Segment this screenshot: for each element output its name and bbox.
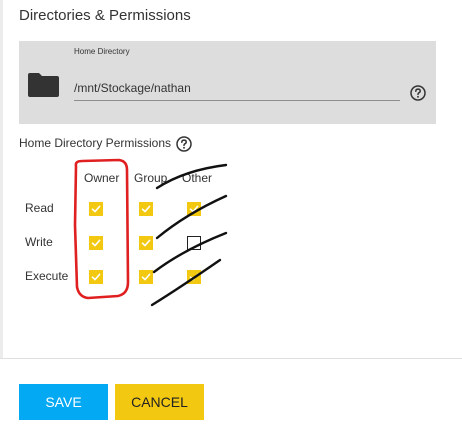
row-label-execute: Execute — [25, 269, 69, 283]
checkbox-read-other[interactable] — [187, 202, 201, 216]
left-border — [0, 0, 3, 358]
row-label-write: Write — [25, 235, 53, 249]
checkbox-write-other[interactable] — [187, 236, 201, 250]
home-directory-label: Home Directory — [74, 47, 130, 56]
checkbox-execute-group[interactable] — [139, 270, 153, 284]
folder-icon — [28, 73, 59, 97]
checkbox-read-owner[interactable] — [89, 202, 103, 216]
checkbox-execute-owner[interactable] — [89, 270, 103, 284]
column-header-group: Group — [134, 171, 168, 185]
row-label-read: Read — [25, 201, 54, 215]
section-title: Directories & Permissions — [19, 7, 191, 24]
checkbox-write-owner[interactable] — [89, 236, 103, 250]
cancel-button[interactable]: CANCEL — [115, 384, 204, 420]
help-circle-icon[interactable] — [410, 85, 426, 101]
checkbox-execute-other[interactable] — [187, 270, 201, 284]
home-directory-underline — [74, 100, 400, 101]
checkbox-read-group[interactable] — [139, 202, 153, 216]
permissions-title: Home Directory Permissions — [19, 136, 172, 150]
column-header-other: Other — [182, 171, 213, 185]
save-button[interactable]: SAVE — [19, 384, 108, 420]
black-scribble-stroke — [150, 258, 222, 307]
checkbox-write-group[interactable] — [139, 236, 153, 250]
home-directory-input[interactable]: /mnt/Stockage/nathan — [74, 81, 191, 95]
help-circle-icon[interactable] — [176, 136, 192, 152]
divider — [0, 358, 462, 359]
column-header-owner: Owner — [84, 171, 120, 185]
